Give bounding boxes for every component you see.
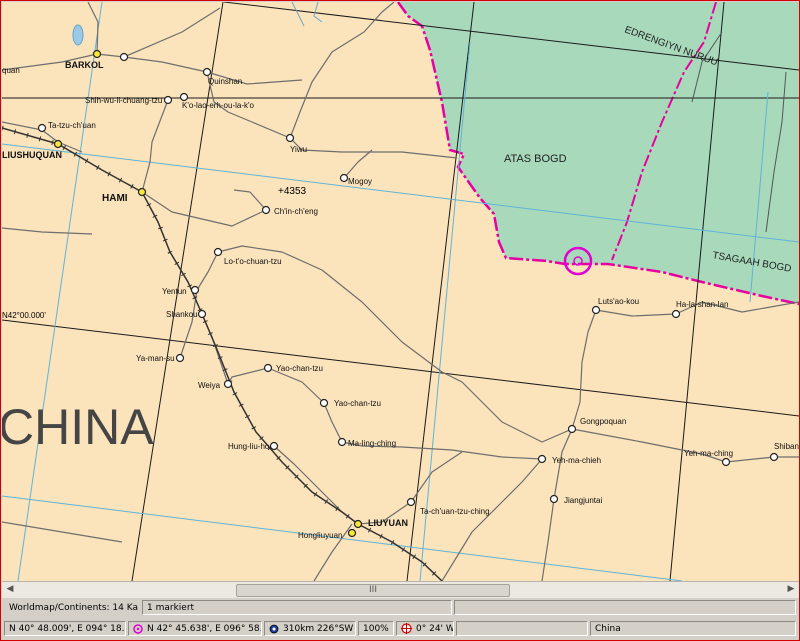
place-quinshan: Quinshan	[208, 77, 242, 86]
status-marker-text: N 42° 45.638', E 096° 58.343'	[147, 624, 262, 634]
status-declination: 0° 24' W	[396, 621, 454, 636]
status-cursor-position: N 40° 48.009', E 094° 18.981'	[4, 621, 126, 636]
place-ya-man-su: Ya-man-su	[136, 354, 175, 363]
place-gongpoquan: Gongpoquan	[580, 417, 626, 426]
place-shibang: Shiban	[774, 442, 799, 451]
elevation-label: +4353	[278, 186, 307, 197]
place-ta-tzu: Ta-tzu-ch'uan	[48, 121, 96, 130]
country-label: CHINA	[2, 399, 154, 455]
place-hung-liu-ho: Hung-liu-ho	[228, 442, 270, 451]
scroll-left-arrow-icon[interactable]: ◀	[3, 583, 17, 596]
place-ko-lao: K'o-lao-erh-ou-la-k'o	[182, 101, 255, 110]
status-declination-text: 0° 24' W	[416, 624, 454, 634]
lake-barkol	[72, 24, 84, 46]
horizontal-scrollbar[interactable]: ◀ III ▶	[2, 581, 799, 598]
place-yiwu: Yiwu	[290, 145, 307, 154]
status-distance: 310km 226°SW	[264, 621, 356, 636]
place-luts-ao-kou: Luts'ao-kou	[598, 297, 639, 306]
status-blank	[456, 621, 588, 636]
status-marked: 1 markiert	[142, 600, 452, 615]
place-weiya: Weiya	[198, 381, 221, 390]
map-svg[interactable]: CHINA ATAS BOGD EDRENGIYN NURUU TSAGAAH …	[2, 2, 799, 581]
place-barkol: BARKOL	[65, 60, 104, 70]
scroll-thumb[interactable]: III	[236, 584, 510, 597]
place-mogoy: Mogoy	[348, 177, 372, 186]
place-chin-cheng: Ch'in-ch'eng	[274, 207, 318, 216]
distance-icon	[269, 624, 279, 633]
place-shih-wu-li: Shih-wu-li-chuang-tzu	[85, 96, 162, 105]
status-empty	[454, 600, 796, 615]
status-map-count: 14 Karte(n)	[112, 603, 138, 613]
place-ta-chuan: Ta-ch'uan-tzu-ching	[420, 507, 490, 516]
status-country: China	[590, 621, 796, 636]
status-zoom: 100%	[358, 621, 394, 636]
place-lo-to: Lo-t'o-chuan-tzu	[224, 257, 282, 266]
place-quan: quan	[2, 66, 20, 75]
place-hongliuyuan: Hongliuyuan	[298, 531, 342, 540]
status-layer: Worldmap/Continents: 14 Karte(n)	[4, 600, 139, 615]
place-jiangjuntai: Jiangjuntai	[564, 496, 602, 505]
place-yao-chan-tzu-1: Yao-chan-tzu	[276, 364, 323, 373]
status-marker-position: N 42° 45.638', E 096° 58.343'	[128, 621, 262, 636]
place-liushuquan: LIUSHUQUAN	[2, 150, 62, 160]
status-bar-bottom: N 40° 48.009', E 094° 18.981' N 42° 45.6…	[2, 619, 799, 639]
status-layer-name: Worldmap/Continents:	[9, 603, 110, 613]
place-ha-la-shan: Ha-la-shan-lan	[676, 300, 728, 309]
place-liuyuan: LIUYUAN	[368, 518, 408, 528]
latitude-label: N42°00.000'	[2, 311, 46, 320]
status-bar-top: Worldmap/Continents: 14 Karte(n) 1 marki…	[2, 598, 799, 618]
compass-icon	[401, 623, 412, 634]
application-window: CHINA ATAS BOGD EDRENGIYN NURUU TSAGAAH …	[0, 0, 800, 641]
place-yeh-ma-ching: Yeh-ma-ching	[684, 449, 733, 458]
map-canvas[interactable]: CHINA ATAS BOGD EDRENGIYN NURUU TSAGAAH …	[2, 2, 799, 581]
place-ma-ling-ching: Ma-ling-ching	[348, 439, 396, 448]
marker-target-icon	[133, 623, 143, 634]
place-shankou: Shankou	[166, 310, 198, 319]
place-yeh-ma-chieh: Yeh-ma-chieh	[552, 456, 601, 465]
scroll-right-arrow-icon[interactable]: ▶	[784, 583, 798, 596]
place-hami: HAMI	[102, 193, 128, 204]
place-yentun: Yentun	[162, 287, 187, 296]
place-yao-chan-tzu-2: Yao-chan-tzu	[334, 399, 381, 408]
status-distance-text: 310km 226°SW	[283, 624, 354, 634]
region-label-atas-bogd: ATAS BOGD	[504, 153, 567, 165]
